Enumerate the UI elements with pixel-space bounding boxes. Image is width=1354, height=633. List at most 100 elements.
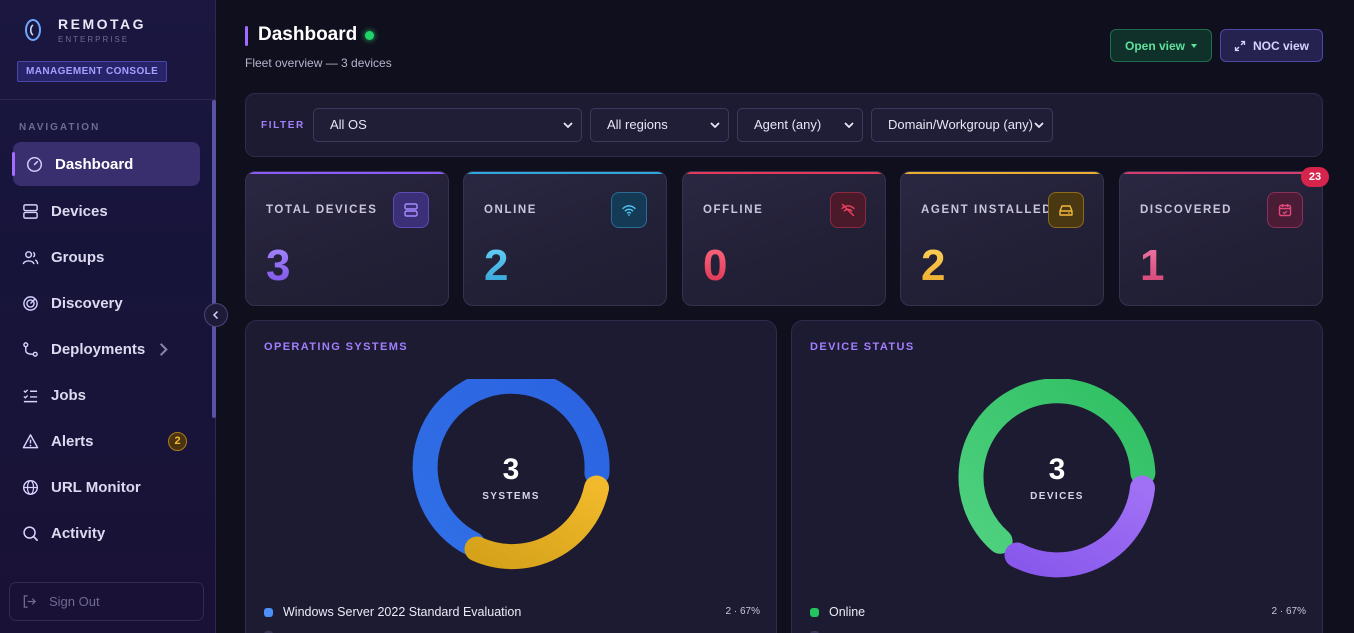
chevron-left-icon — [212, 310, 219, 320]
sidebar-nav: Dashboard Devices Groups Discovery Deplo… — [0, 142, 212, 556]
region-filter-select[interactable]: All regions — [590, 108, 729, 142]
wifi-off-icon — [830, 192, 866, 228]
stat-card-online[interactable]: ONLINE 2 — [463, 171, 667, 306]
agent-filter-value: Agent (any) — [754, 117, 822, 132]
chevron-down-icon — [844, 122, 854, 129]
domain-filter-select[interactable]: Domain/Workgroup (any) — [871, 108, 1053, 142]
server-icon — [393, 192, 429, 228]
calendar-check-icon — [1267, 192, 1303, 228]
status-donut-chart[interactable]: 3 DEVICES — [957, 378, 1157, 579]
remotag-logo-icon — [25, 19, 41, 41]
os-donut-total: 3 — [502, 453, 520, 486]
stat-value: 3 — [266, 241, 291, 290]
stat-value: 2 — [484, 241, 509, 290]
legend-item[interactable]: Online 2 · 67% — [810, 605, 1306, 621]
legend-swatch — [810, 608, 819, 617]
legend-item[interactable] — [264, 629, 760, 633]
operating-systems-panel: OPERATING SYSTEMS 3 SYSTEMS Windows Serv… — [245, 320, 777, 633]
radar-icon — [23, 295, 38, 311]
git-branch-icon — [23, 341, 38, 357]
page-subtitle: Fleet overview — 3 devices — [245, 56, 392, 70]
stat-card-agent-installed[interactable]: AGENT INSTALLED 2 — [900, 171, 1104, 306]
live-status-indicator — [365, 31, 374, 40]
sidebar-item-dashboard[interactable]: Dashboard — [12, 142, 200, 186]
sidebar-item-alerts[interactable]: Alerts 2 — [0, 418, 212, 464]
discovered-count-badge: 23 — [1301, 167, 1329, 187]
agent-filter-select[interactable]: Agent (any) — [737, 108, 863, 142]
expand-icon — [1234, 40, 1246, 51]
page-title: Dashboard — [258, 24, 358, 45]
sidebar-item-label: URL Monitor — [51, 478, 141, 496]
sidebar-item-label: Jobs — [51, 386, 87, 404]
legend-label: Windows Server 2022 Standard Evaluation — [283, 605, 522, 619]
sidebar-item-activity[interactable]: Activity — [0, 510, 212, 556]
sidebar-item-label: Dashboard — [55, 155, 134, 173]
server-icon — [23, 203, 38, 219]
stat-label: AGENT INSTALLED — [921, 204, 1053, 216]
checklist-icon — [23, 388, 38, 402]
stat-card-offline[interactable]: OFFLINE 0 — [682, 171, 886, 306]
chevron-down-icon — [710, 122, 720, 129]
chevron-down-icon — [563, 122, 573, 129]
main-content: Dashboard Fleet overview — 3 devices Ope… — [217, 0, 1354, 633]
panel-title: DEVICE STATUS — [810, 341, 915, 353]
sidebar-item-label: Devices — [51, 202, 108, 220]
nav-section-title: NAVIGATION — [19, 122, 101, 133]
brand-subtitle: ENTERPRISE — [58, 35, 130, 44]
legend-item[interactable] — [810, 629, 1306, 633]
sidebar-item-label: Deployments — [51, 340, 146, 358]
brand[interactable]: REMOTAG ENTERPRISE — [22, 16, 146, 44]
gauge-icon — [26, 156, 43, 172]
sidebar-item-label: Activity — [51, 524, 106, 542]
brand-name: REMOTAG — [58, 16, 147, 32]
sidebar-scrollbar[interactable] — [212, 100, 216, 418]
os-donut-chart[interactable]: 3 SYSTEMS — [411, 368, 611, 579]
sidebar-divider — [0, 99, 216, 100]
stat-label: DISCOVERED — [1140, 204, 1233, 216]
device-status-panel: DEVICE STATUS 3 DEVICES Online 2 · 67% — [791, 320, 1323, 633]
stat-label: TOTAL DEVICES — [266, 204, 378, 216]
logout-icon — [23, 595, 37, 608]
sidebar-item-label: Discovery — [51, 294, 123, 312]
open-view-label: Open view — [1124, 38, 1186, 53]
status-donut-total: 3 — [1048, 453, 1066, 486]
region-filter-value: All regions — [607, 117, 668, 132]
collapse-sidebar-button[interactable] — [204, 303, 228, 327]
stat-label: OFFLINE — [703, 204, 764, 216]
os-donut-caption: SYSTEMS — [482, 491, 540, 502]
title-accent-bar — [245, 26, 248, 46]
legend-value: 2 · 67% — [1271, 606, 1306, 617]
stat-card-discovered[interactable]: DISCOVERED 1 — [1119, 171, 1323, 306]
legend-value: 2 · 67% — [725, 606, 760, 617]
sidebar-item-label: Groups — [51, 248, 105, 266]
caret-down-icon — [1191, 43, 1198, 48]
os-filter-select[interactable]: All OS — [313, 108, 582, 142]
legend-label: Online — [829, 605, 866, 619]
card-accent-line — [464, 172, 666, 174]
sign-out-label: Sign Out — [49, 594, 100, 609]
globe-icon — [22, 479, 39, 495]
open-view-button[interactable]: Open view — [1110, 29, 1212, 62]
card-accent-line — [901, 172, 1103, 174]
status-donut-caption: DEVICES — [1030, 491, 1084, 502]
stat-card-total-devices[interactable]: TOTAL DEVICES 3 — [245, 171, 449, 306]
sidebar-item-deployments[interactable]: Deployments — [0, 326, 212, 372]
noc-view-button[interactable]: NOC view — [1220, 29, 1323, 62]
legend-item[interactable]: Windows Server 2022 Standard Evaluation … — [264, 605, 760, 621]
sidebar-item-url-monitor[interactable]: URL Monitor — [0, 464, 212, 510]
chevron-down-icon — [1034, 122, 1044, 129]
sidebar-item-discovery[interactable]: Discovery — [0, 280, 212, 326]
alerts-count-badge: 2 — [168, 432, 187, 451]
warning-icon — [22, 433, 39, 448]
sidebar-item-devices[interactable]: Devices — [0, 188, 212, 234]
card-accent-line — [683, 172, 885, 174]
management-console-badge: MANAGEMENT CONSOLE — [17, 61, 168, 82]
domain-filter-value: Domain/Workgroup (any) — [888, 117, 1033, 132]
panel-title: OPERATING SYSTEMS — [264, 341, 408, 353]
search-icon — [23, 525, 38, 541]
stat-value: 2 — [921, 241, 946, 290]
sidebar-item-label: Alerts — [51, 432, 94, 450]
sidebar-item-groups[interactable]: Groups — [0, 234, 212, 280]
sidebar-item-jobs[interactable]: Jobs — [0, 372, 212, 418]
sign-out-button[interactable]: Sign Out — [9, 582, 204, 621]
